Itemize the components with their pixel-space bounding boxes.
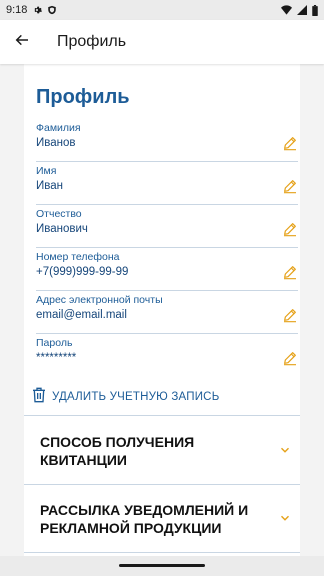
trash-icon (32, 387, 46, 408)
back-button[interactable] (0, 20, 44, 64)
pencil-icon[interactable] (282, 178, 298, 194)
field-email[interactable]: Адрес электронной почты email@email.mail (36, 294, 298, 334)
pencil-icon[interactable] (282, 135, 298, 151)
divider (24, 415, 300, 416)
delete-account-label: УДАЛИТЬ УЧЕТНУЮ ЗАПИСЬ (52, 391, 220, 403)
signal-icon (297, 5, 307, 15)
accordion-title: РАССЫЛКА УВЕДОМЛЕНИЙ И РЕКЛАМНОЙ ПРОДУКЦ… (40, 502, 249, 536)
field-label: Номер телефона (36, 251, 120, 263)
field-label: Имя (36, 165, 57, 177)
app-bar: Профиль (0, 20, 324, 64)
chevron-down-icon (278, 443, 292, 457)
pencil-icon[interactable] (282, 264, 298, 280)
divider (24, 484, 300, 485)
divider (24, 552, 300, 553)
pencil-icon[interactable] (282, 307, 298, 323)
field-value: email@email.mail (36, 309, 127, 321)
home-indicator[interactable] (119, 564, 205, 567)
delete-account-button[interactable]: УДАЛИТЬ УЧЕТНУЮ ЗАПИСЬ (32, 386, 219, 408)
field-value: +7(999)999-99-99 (36, 266, 129, 278)
field-value: Иванович (36, 223, 88, 235)
field-phone[interactable]: Номер телефона +7(999)999-99-99 (36, 251, 298, 291)
profile-screen: 9:18 Профиль Профиль Фамилия Иванов Имя … (0, 0, 324, 576)
field-value: Иван (36, 180, 63, 192)
field-patronymic[interactable]: Отчество Иванович (36, 208, 298, 248)
chevron-down-icon (278, 511, 292, 525)
field-value: ********* (36, 352, 77, 364)
status-time: 9:18 (6, 4, 28, 16)
battery-icon (312, 4, 318, 16)
gear-icon (32, 5, 43, 15)
field-last-name[interactable]: Фамилия Иванов (36, 122, 298, 162)
shield-icon (47, 5, 57, 15)
field-password[interactable]: Пароль ********* (36, 337, 298, 377)
field-label: Отчество (36, 208, 82, 220)
accordion-title: СПОСОБ ПОЛУЧЕНИЯ КВИТАНЦИИ (40, 434, 195, 468)
field-value: Иванов (36, 137, 76, 149)
status-bar: 9:18 (0, 0, 324, 20)
page-title: Профиль (36, 86, 130, 108)
field-label: Фамилия (36, 122, 81, 134)
pencil-icon[interactable] (282, 350, 298, 366)
wifi-icon (281, 5, 292, 15)
system-nav-bar (0, 556, 324, 576)
pencil-icon[interactable] (282, 221, 298, 237)
arrow-left-icon (14, 32, 30, 53)
content-area: Профиль Фамилия Иванов Имя Иван Отчество (0, 64, 324, 556)
field-label: Адрес электронной почты (36, 294, 163, 306)
profile-card: Профиль Фамилия Иванов Имя Иван Отчество (24, 64, 300, 556)
field-first-name[interactable]: Имя Иван (36, 165, 298, 205)
app-bar-title: Профиль (57, 33, 127, 50)
field-label: Пароль (36, 337, 73, 349)
